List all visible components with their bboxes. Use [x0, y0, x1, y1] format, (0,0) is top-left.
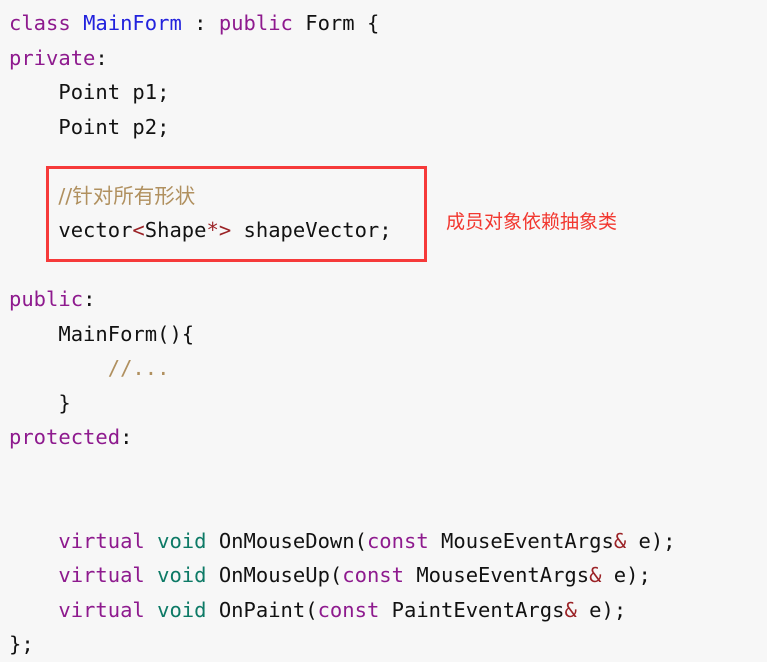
code-token: vector — [9, 218, 133, 242]
code-token: OnMouseUp( — [206, 563, 343, 587]
code-token: & — [564, 597, 577, 622]
code-token: : — [95, 45, 108, 70]
code-line: virtual void OnMouseDown(const MouseEven… — [0, 524, 767, 559]
code-token: public — [9, 287, 84, 311]
code-token: MainForm(){ — [9, 321, 195, 346]
code-token: void — [157, 597, 207, 622]
code-token: e); — [626, 528, 676, 553]
code-block: class MainForm : public Form {private: P… — [0, 0, 767, 662]
code-line: public: — [0, 282, 767, 317]
code-token: MainForm — [83, 11, 182, 35]
code-token: Shape — [144, 218, 207, 242]
code-token: protected — [9, 425, 121, 449]
code-line: virtual void OnPaint(const PaintEventArg… — [0, 593, 767, 628]
code-token: //... — [107, 356, 170, 380]
code-token: & — [613, 528, 627, 553]
code-token: *> — [206, 218, 232, 242]
code-token: Point p2; — [9, 114, 170, 139]
code-token: MouseEventArgs — [403, 563, 590, 587]
code-token: class — [9, 11, 71, 35]
code-token: e); — [576, 597, 627, 622]
code-line: MainForm(){ — [0, 317, 767, 352]
code-token: private — [9, 45, 96, 70]
code-token: : — [181, 11, 219, 35]
code-token: //针对所有形状 — [58, 183, 196, 208]
code-token: virtual — [58, 528, 145, 553]
code-token: e); — [601, 563, 651, 587]
code-line: }; — [0, 627, 767, 662]
code-token: PaintEventArgs — [379, 597, 565, 622]
code-line: private: — [0, 41, 767, 76]
code-token: shapeVector; — [231, 218, 392, 242]
code-token: MouseEventArgs — [428, 528, 614, 553]
code-token: : — [83, 287, 96, 311]
code-token: const — [342, 563, 404, 587]
code-token: Point p1; — [9, 80, 170, 104]
code-line: //针对所有形状 — [0, 179, 767, 214]
code-line: } — [0, 386, 767, 421]
code-token: & — [589, 563, 602, 587]
code-token: : — [120, 425, 133, 449]
code-line: //... — [0, 351, 767, 386]
code-token: } — [9, 390, 71, 415]
code-token: OnPaint( — [206, 597, 318, 622]
code-token: virtual — [58, 597, 145, 622]
code-token: OnMouseDown( — [206, 528, 367, 553]
code-token: const — [366, 528, 429, 553]
code-line: virtual void OnMouseUp(const MouseEventA… — [0, 558, 767, 593]
code-snippet-page: class MainForm : public Form {private: P… — [0, 0, 767, 656]
code-token: virtual — [58, 563, 145, 587]
code-token: void — [157, 528, 207, 553]
code-token: Form { — [292, 11, 380, 35]
code-token: }; — [9, 632, 34, 656]
code-line: Point p2; — [0, 110, 767, 145]
code-token: const — [317, 597, 380, 622]
code-line: Point p1; — [0, 75, 767, 110]
code-token: public — [218, 11, 293, 35]
code-line: vector<Shape*> shapeVector; — [0, 213, 767, 248]
code-token: void — [157, 563, 207, 587]
code-line: protected: — [0, 420, 767, 455]
code-line: class MainForm : public Form { — [0, 6, 767, 41]
annotation-text: 成员对象依赖抽象类 — [446, 211, 618, 233]
code-token: < — [132, 218, 145, 242]
